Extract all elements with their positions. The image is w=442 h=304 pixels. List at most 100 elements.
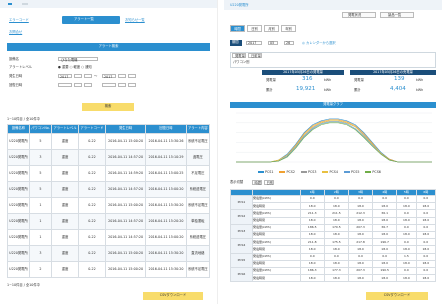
group-label: PCS6 xyxy=(230,266,253,283)
date-year-select[interactable]: 2017 xyxy=(246,40,262,45)
table-cell: 18.0 xyxy=(299,230,325,240)
table-cell: 0.0 xyxy=(415,252,437,261)
recovered-from-year[interactable] xyxy=(58,83,72,87)
table-row[interactable]: U220発電所 3 重度 0-22 2016-04-11 15:00:20 2016-04… xyxy=(7,245,211,262)
tab-inquiry[interactable]: お問合せ xyxy=(9,30,22,34)
table-cell: 18.0 xyxy=(372,216,398,225)
table-cell: 0.0 xyxy=(415,194,437,204)
table-row[interactable]: U220発電所 3 重度 0-22 2016-04-11 14:57:20 2016-04… xyxy=(7,149,211,166)
legend-swatch-icon xyxy=(343,171,350,173)
table-cell: 18.0 xyxy=(415,274,437,283)
table-row: 発電時間 18.0 18.0 18.0 18.0 18.0 18.0 xyxy=(231,245,437,254)
table-cell: 207.3 xyxy=(347,223,374,232)
table-row[interactable]: U220発電所 1 重度 0-22 2016-04-11 14:57:20 2016-04… xyxy=(7,213,211,230)
table-row[interactable]: U220発電所 1 重度 0-22 2016-04-11 15:00:20 2016-04… xyxy=(7,197,211,214)
mode-tab-generation[interactable]: 発電量 xyxy=(232,53,246,58)
legend-item: PCS1 xyxy=(258,170,273,174)
table-cell: 2016-04-11 15:30:20 xyxy=(145,245,187,262)
table-cell: 175.5 xyxy=(323,238,349,247)
recovered-from-day[interactable] xyxy=(84,83,92,87)
period-tab[interactable]: 時間 xyxy=(230,25,245,32)
occurred-to-day[interactable] xyxy=(128,74,136,78)
table-cell: 0-22 xyxy=(77,165,106,182)
date-day-value: 26 xyxy=(286,41,291,45)
table-cell: 5 xyxy=(28,181,53,198)
recovered-to-month[interactable] xyxy=(118,83,126,87)
table-row[interactable]: U220発電所 2 重度 0-22 2016-04-11 15:00:20 2016-04… xyxy=(7,261,211,278)
csv-download-button[interactable]: CSVダウンロード xyxy=(366,292,428,300)
period-tab[interactable]: 日別 xyxy=(247,25,262,32)
table-cell: 2016-04-11 15:00:20 xyxy=(104,245,147,262)
tab-error-code[interactable]: エラーコード xyxy=(9,18,29,22)
products-button[interactable]: 製品一覧 xyxy=(380,12,414,18)
summary-label: 発電量 xyxy=(266,78,276,82)
table-row[interactable]: U220発電所 5 重度 0-22 2016-04-11 15:00:20 2016-04… xyxy=(7,133,211,150)
table-cell: 0.0 xyxy=(396,209,417,218)
table-cell: 系統過電圧 xyxy=(185,181,211,198)
status-button[interactable]: 発電状況 xyxy=(342,12,376,18)
summary-unit: kWh xyxy=(416,78,424,82)
range-separator: 〜 xyxy=(94,74,98,78)
occurred-from-year[interactable]: 2017 xyxy=(58,74,72,78)
summary-unit: kWh xyxy=(416,88,424,92)
table-cell: 18.0 xyxy=(347,202,374,211)
table-cell: 0-22 xyxy=(77,149,106,166)
table-cell: 18.0 xyxy=(299,259,325,268)
alert-level-radios[interactable]: ● 重要 ○ 軽度 ○ 通知 xyxy=(58,65,92,69)
facility-select[interactable]: ひなた電機 xyxy=(58,57,98,61)
recovered-to-day[interactable] xyxy=(128,83,136,87)
table-cell: 5 xyxy=(28,165,53,182)
table-cell: 211.5 xyxy=(323,209,349,218)
table-row[interactable]: U220発電所 1 重度 0-22 2016-04-11 14:57:20 2016-04… xyxy=(7,229,211,246)
date-day-select[interactable]: 26 xyxy=(284,40,294,45)
table-cell: 発電時間 xyxy=(251,245,301,254)
display-tab-hour-label: 時間 xyxy=(254,181,262,185)
csv-download-button[interactable]: CSVダウンロード xyxy=(143,292,203,300)
recovered-to-year[interactable] xyxy=(102,83,116,87)
search-button[interactable]: 検索 xyxy=(82,103,134,111)
period-tab[interactable]: 月別 xyxy=(264,25,279,32)
facility-select-value: ひなた電機 xyxy=(61,57,78,62)
products-button-label: 製品一覧 xyxy=(388,13,402,18)
table-row[interactable]: U220発電所 5 重度 0-22 2016-04-11 14:59:20 2016-04… xyxy=(7,165,211,182)
group-label: PCS5 xyxy=(230,252,253,268)
column-header: 設備名称 xyxy=(7,124,30,134)
table-cell: 18.0 xyxy=(299,216,325,225)
legend-label: PCS3 xyxy=(307,170,317,174)
summary-label: 発電量 xyxy=(354,78,364,82)
footer-count: 1~10件目 / 全10件中 xyxy=(7,283,40,287)
table-cell: 18.0 xyxy=(396,202,417,211)
table-cell: 3 xyxy=(28,245,53,262)
generation-panel: U220発電所 発電状況 製品一覧 時間 日別 月別 年別 期間 2017 05 26… xyxy=(224,0,442,304)
mode-tab-irradiance[interactable]: 日射量 xyxy=(248,53,262,58)
occurred-from-day[interactable] xyxy=(84,74,92,78)
breadcrumb[interactable]: U220発電所 xyxy=(230,3,249,7)
tab-alert-list[interactable]: アラート一覧 xyxy=(62,16,120,24)
date-month-select[interactable]: 05 xyxy=(268,40,278,45)
table-cell: 1 xyxy=(28,197,53,214)
recovered-from-month[interactable] xyxy=(74,83,82,87)
display-tab-hour[interactable]: 時間 xyxy=(252,180,262,185)
table-cell: 18.0 xyxy=(323,216,349,225)
pcs-tab[interactable]: パワコン別 xyxy=(233,60,249,64)
period-tab[interactable]: 年別 xyxy=(281,25,296,32)
table-cell: 2016-04-11 15:30:26 xyxy=(145,133,187,150)
facility-label: 設備名 xyxy=(9,57,19,61)
occurred-from-month[interactable] xyxy=(74,74,82,78)
tab-news[interactable]: お知らせ一覧 xyxy=(125,18,145,22)
table-cell: 直流地絡 xyxy=(185,245,211,262)
table-row[interactable]: U220発電所 5 重度 0-22 2016-04-11 14:57:20 2016-04… xyxy=(7,181,211,198)
table-cell: 2016-04-11 15:00:20 xyxy=(145,229,187,246)
display-tab-day[interactable]: 日別 xyxy=(264,180,274,185)
occurred-to-year[interactable]: 2017 xyxy=(102,74,116,78)
legend-item: PCS6 xyxy=(365,170,381,174)
occurred-to-month[interactable] xyxy=(118,74,126,78)
table-cell: 18.0 xyxy=(323,230,349,240)
table-cell: 0.0 xyxy=(372,194,398,204)
calendar-link[interactable]: ◎ カレンダーから選択 xyxy=(302,41,336,45)
table-cell: 0.0 xyxy=(299,252,325,261)
table-cell: 0-22 xyxy=(77,245,106,262)
table-cell: 18.0 xyxy=(323,259,349,268)
summary-header-generation: 2017年05月26日の発電量 xyxy=(262,70,344,75)
table-cell: 2016-04-11 15:00:25 xyxy=(145,165,187,182)
